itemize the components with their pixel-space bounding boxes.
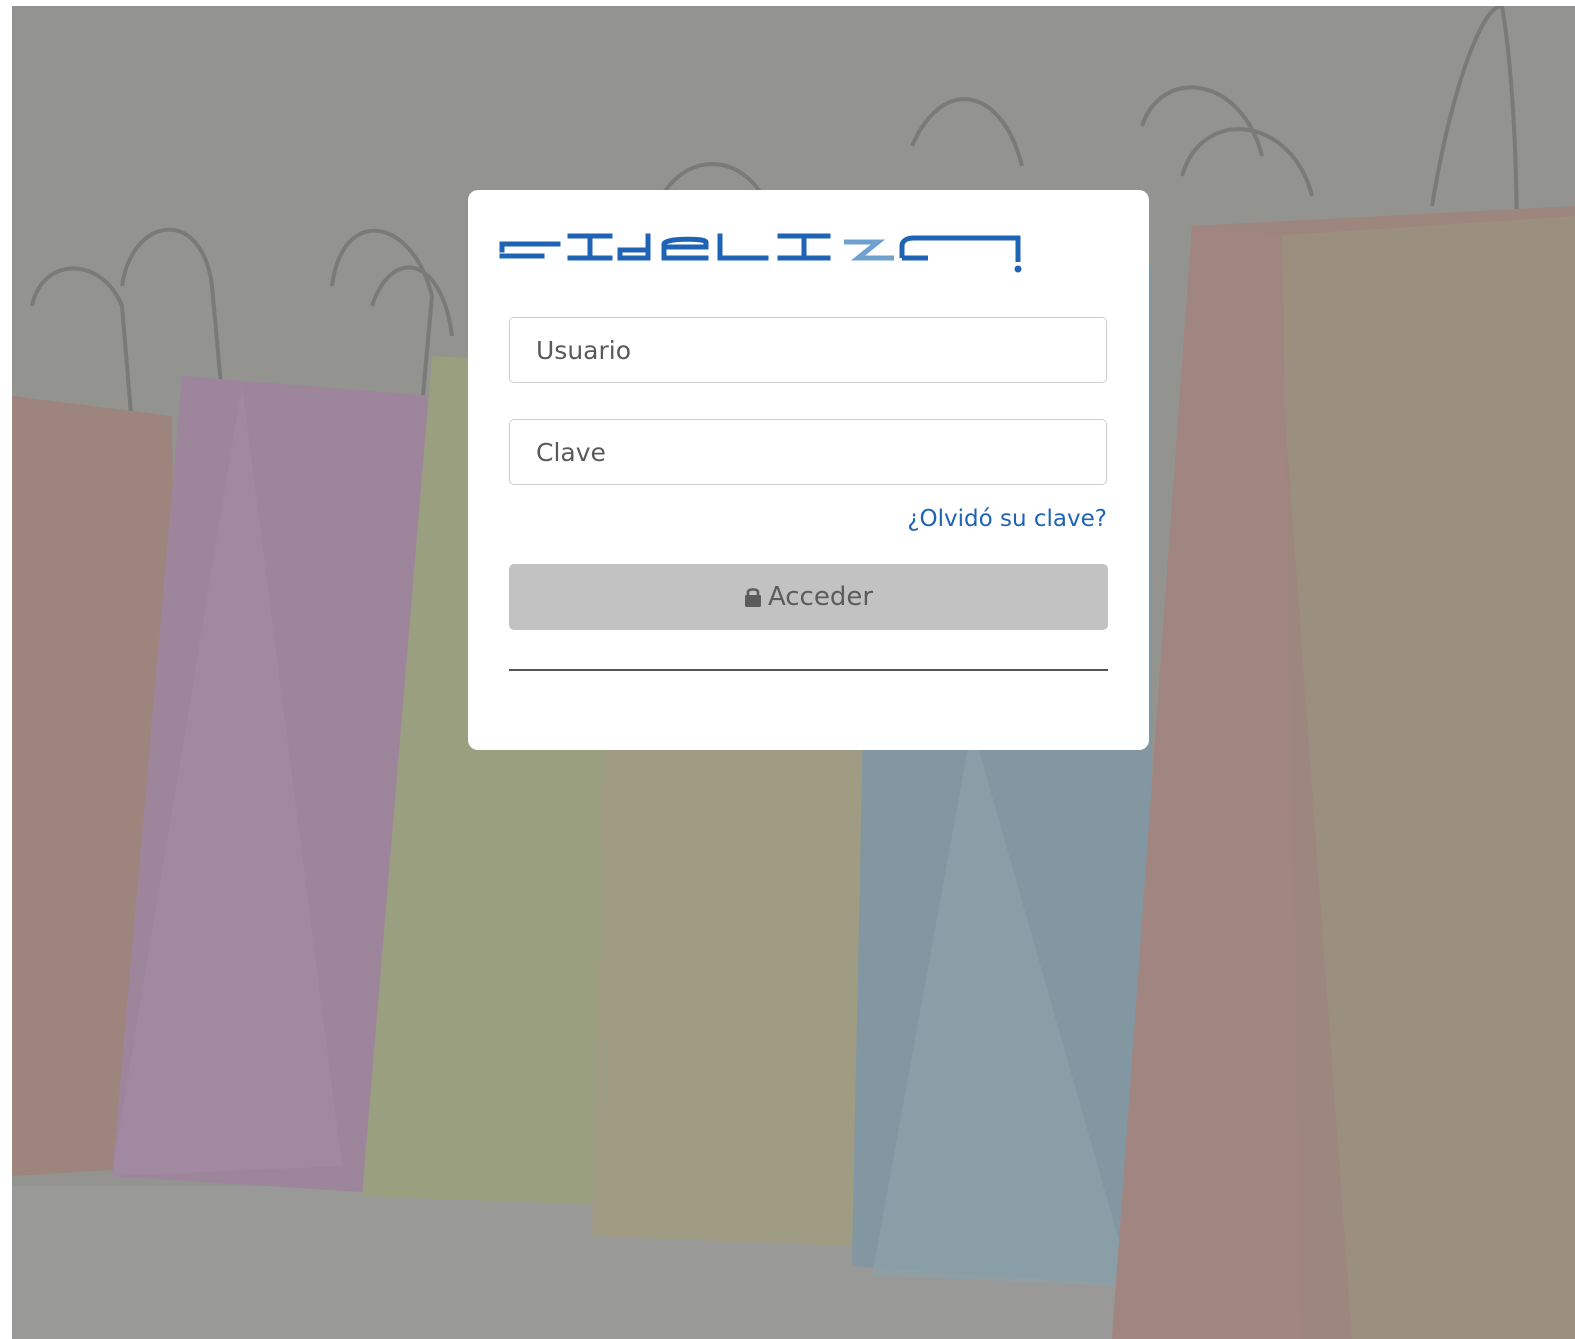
login-button[interactable]: Acceder [509,564,1108,630]
username-input[interactable] [509,317,1107,383]
login-page: ¿Olvidó su clave? Acceder [0,0,1575,1339]
forgot-password-link[interactable]: ¿Olvidó su clave? [907,506,1107,532]
divider [509,669,1108,671]
lock-icon [744,586,762,608]
login-card: ¿Olvidó su clave? Acceder [468,190,1149,750]
password-input[interactable] [509,419,1107,485]
login-button-label: Acceder [767,582,874,612]
fideliza-logo [499,233,1022,273]
